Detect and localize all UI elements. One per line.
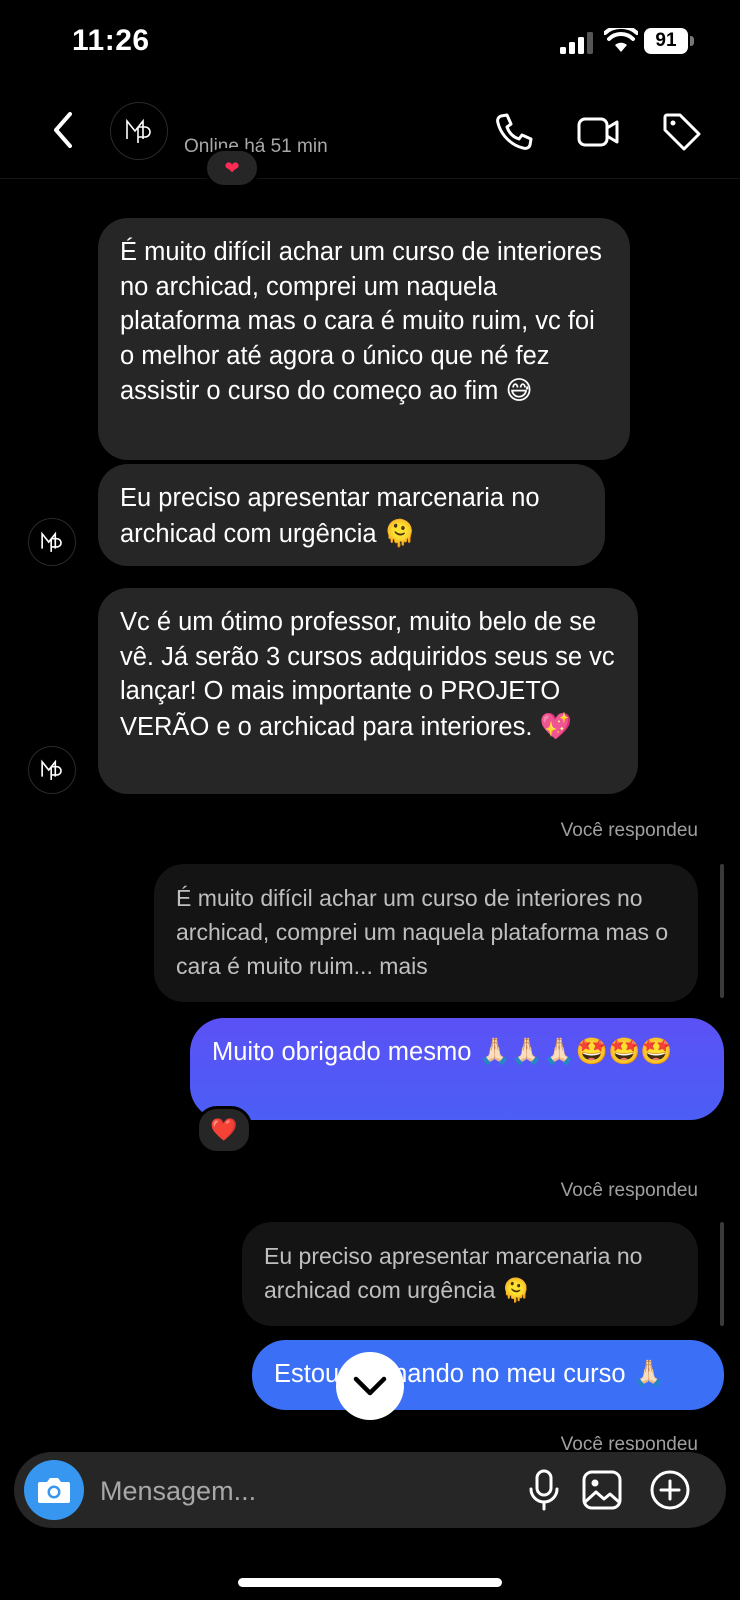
quoted-text: É muito difícil achar um curso de interi… [176, 885, 669, 979]
message-emoji: 🫠 [383, 517, 417, 548]
outgoing-message[interactable]: Estou ensinando no meu curso 🙏🏻 [252, 1340, 724, 1410]
wifi-icon [604, 28, 638, 52]
home-indicator [238, 1578, 502, 1587]
mp-logo-icon [41, 531, 62, 552]
quoted-message[interactable]: Eu preciso apresentar marcenaria no arch… [242, 1222, 698, 1326]
message-emoji: 😅 [505, 375, 533, 405]
plus-circle-icon[interactable] [648, 1468, 692, 1512]
tag-icon[interactable] [660, 110, 704, 154]
message-text: Eu preciso apresentar marcenaria no arch… [120, 484, 540, 548]
quoted-message[interactable]: É muito difícil achar um curso de interi… [154, 864, 698, 1002]
chat-header: Online há 51 min [0, 88, 740, 179]
online-status: Online há 51 min [184, 136, 328, 157]
message-text: Estou ensinando no meu curso [274, 1360, 626, 1388]
reply-indicator [720, 864, 724, 998]
message-emoji: 🙏🏻🙏🏻🙏🏻🤩🤩🤩 [478, 1036, 673, 1066]
replied-label: Você respondeu [560, 1434, 698, 1450]
camera-icon [38, 1478, 70, 1503]
message-input[interactable] [98, 1464, 482, 1518]
incoming-message[interactable]: É muito difícil achar um curso de interi… [98, 218, 630, 460]
quoted-emoji: 🫠 [501, 1277, 531, 1303]
contact-avatar[interactable] [28, 518, 76, 566]
replied-label: Você respondeu [560, 820, 698, 841]
video-icon[interactable] [576, 110, 620, 154]
phone-icon[interactable] [492, 110, 536, 154]
replied-label: Você respondeu [560, 1180, 698, 1201]
quoted-text: Eu preciso apresentar marcenaria no arch… [264, 1243, 643, 1303]
battery-icon: 91 [644, 28, 694, 54]
previous-reaction[interactable]: ❤ [204, 148, 260, 188]
status-time: 11:26 [72, 24, 150, 57]
contact-avatar[interactable] [110, 102, 168, 160]
signal-icon [560, 32, 593, 54]
chevron-left-icon[interactable] [46, 108, 82, 152]
scroll-down-button[interactable] [336, 1352, 404, 1420]
heart-reaction[interactable]: ❤️ [196, 1106, 252, 1154]
incoming-message[interactable]: Vc é um ótimo professor, muito belo de s… [98, 588, 638, 794]
message-emoji: 🙏🏻 [632, 1358, 666, 1388]
microphone-icon[interactable] [522, 1468, 566, 1512]
message-text: Muito obrigado mesmo [212, 1038, 472, 1066]
status-bar: 11:26 91 [0, 0, 740, 84]
camera-button[interactable] [24, 1460, 84, 1520]
message-composer [14, 1452, 726, 1528]
image-icon[interactable] [580, 1468, 624, 1512]
battery-level: 91 [644, 28, 688, 54]
chevron-down-icon [353, 1376, 387, 1396]
mp-logo-icon [41, 759, 62, 780]
contact-avatar[interactable] [28, 746, 76, 794]
incoming-message[interactable]: Eu preciso apresentar marcenaria no arch… [98, 464, 605, 566]
mp-logo-icon [126, 118, 151, 143]
outgoing-message[interactable]: Muito obrigado mesmo 🙏🏻🙏🏻🙏🏻🤩🤩🤩 [190, 1018, 724, 1120]
reply-indicator [720, 1222, 724, 1326]
message-emoji: 💖 [539, 710, 572, 741]
